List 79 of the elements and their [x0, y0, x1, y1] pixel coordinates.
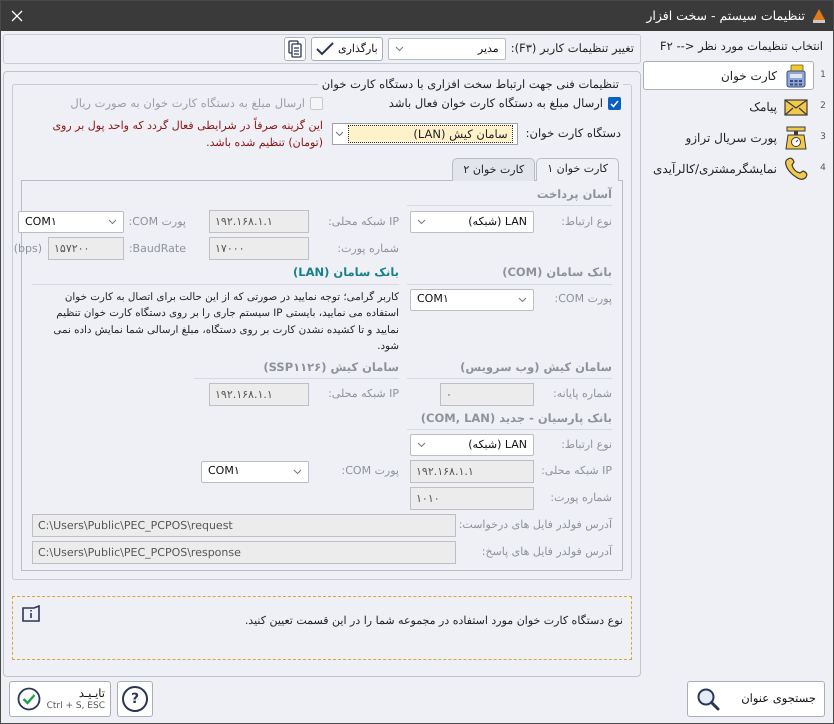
dropdown[interactable]: COM۱ [18, 210, 124, 233]
chevron-icon [394, 46, 404, 52]
info-paragraph: کاربر گرامی؛ توجه نمایید در صورتی که از این حالت برای اتصال به کارت خوان استفاده می نمایید، بایستی IP سیستم جاری را بر روی دستگاه کارت خوان تنظیم نمایید و تا کشیده نشدن کارت بر روی دستگاه، مبلغ ارسالی شما نمایش داده نمی شود. [52, 290, 399, 354]
field-label: آدرس فولدر فایل های پاسخ: [480, 544, 612, 560]
field-label: IP شبکه محلی: [327, 386, 399, 402]
tab[interactable]: کارت خوان ۱ [536, 158, 619, 182]
search-button[interactable]: جستجوی عنوان [687, 681, 825, 717]
field-label: IP شبکه محلی: [540, 463, 612, 480]
section-title: سامان کیش (وب سرویس) [407, 358, 612, 379]
input-field[interactable]: ۱۹۲.۱۶۸.۱.۱ [209, 382, 309, 406]
checkbox-label: ارسال مبلغ به دستگاه کارت خوان فعال باشد [388, 95, 603, 112]
sidebar-item[interactable]: کارت خوان [643, 61, 814, 90]
copy-icon [288, 40, 302, 58]
input-field[interactable]: ۰ [440, 382, 534, 406]
check-icon [316, 42, 334, 56]
search-icon [696, 687, 720, 711]
item-number: 4 [819, 162, 827, 175]
info-text: نوع دستگاه کارت خوان مورد استفاده در مجموعه شما را در این قسمت تعیین کنید. [244, 613, 623, 629]
chevron-icon [417, 442, 426, 448]
item-number: 1 [819, 69, 827, 82]
input-field[interactable]: ۱۷۰۰۰ [209, 237, 309, 260]
sidebar-item[interactable]: پیامک [643, 92, 814, 122]
input-field[interactable]: C:\Users\Public\PEC_PCPOS\response [32, 541, 456, 564]
input-field[interactable]: C:\Users\Public\PEC_PCPOS\request [32, 514, 456, 538]
field-label: نوع ارتباط: [560, 214, 612, 230]
field-label: پورت COM: [130, 214, 186, 230]
section-title: بانک پارسیان - جدید (COM, LAN) [407, 410, 612, 430]
dropdown[interactable]: LAN (شبکه) [410, 434, 534, 456]
warning-note: این گزینه صرفاً در شرایطی فعال گردد که واحد پول بر روی (تومان) تنظیم شده باشد. [51, 116, 323, 152]
sidebar-item[interactable]: پورت سریال ترازو [643, 123, 814, 152]
check-icon [610, 100, 619, 108]
field-label: IP شبکه محلی: [327, 214, 399, 230]
chevron-icon [334, 131, 344, 138]
field-label: شماره پورت: [336, 240, 399, 257]
close-icon [11, 10, 23, 22]
sidebar-header: F۲ --> انتخاب تنظیمات مورد نظر [659, 38, 824, 55]
scale-icon [783, 124, 809, 151]
chevron-icon [293, 468, 302, 475]
input-field[interactable]: ۱۹۲.۱۶۸.۱.۱ [410, 460, 534, 484]
check-circle-icon [16, 687, 41, 711]
info-icon [21, 605, 41, 623]
field-label: شماره پایانه: [552, 386, 612, 402]
copy-button[interactable] [284, 37, 306, 61]
section-title: سامان کیش (SSP۱۱۲۶) [194, 358, 399, 379]
unit-label: (bps) [14, 240, 42, 257]
field-label: نوع ارتباط: [560, 436, 612, 453]
chevron-icon [518, 296, 527, 303]
field-label: آدرس فولدر فایل های درخواست: [462, 517, 612, 534]
phone-icon [783, 156, 809, 182]
field-label: پورت COM: [340, 463, 399, 480]
section-title: بانک سامان (COM) [407, 264, 612, 285]
group-title: تنظیمات فنی جهت ارتباط سخت افزاری با دستگاه کارت خوان [320, 76, 620, 93]
input-field[interactable]: ۱۰۱۰ [410, 487, 534, 510]
input-field[interactable]: ۱۹۲.۱۶۸.۱.۱ [209, 210, 309, 234]
field-label: پورت COM: [554, 291, 612, 308]
field-label: تغییر تنظیمات کاربر (F۳): [510, 40, 634, 58]
item-number: 3 [819, 131, 827, 144]
dropdown[interactable]: سامان کیش (LAN) [332, 123, 518, 146]
field-label: BaudRate: [130, 240, 186, 257]
window-title: تنظیمات سیستم - سخت افزار [646, 6, 805, 25]
checkbox[interactable] [608, 97, 621, 110]
dropdown[interactable]: LAN (شبکه) [410, 210, 534, 233]
logo-icon [811, 8, 827, 24]
dropdown[interactable]: COM۱ [201, 460, 309, 483]
load-button[interactable]: بارگذاری [310, 37, 383, 61]
input-field[interactable]: ۱۵۷۲۰۰ [48, 237, 124, 260]
section-title: آسان پرداخت [407, 186, 612, 206]
sidebar-item[interactable]: نمایشگرمشتری/کالرآیدی [643, 154, 814, 184]
field-label: دستگاه کارت خوان: [526, 125, 621, 142]
item-number: 2 [819, 100, 827, 113]
dropdown[interactable]: مدیر [388, 38, 506, 60]
help-button[interactable]: ? [117, 681, 153, 717]
chevron-icon [108, 218, 117, 225]
section-title: بانک سامان (LAN) [32, 264, 399, 285]
field-label: شماره پورت: [549, 490, 612, 506]
chevron-icon [417, 218, 426, 225]
dropdown[interactable]: COM۱ [410, 288, 534, 311]
checkbox-label: ارسال مبلغ به دستگاه کارت خوان به صورت ریال [70, 95, 305, 112]
tab[interactable]: کارت خوان ۲ [452, 158, 536, 182]
